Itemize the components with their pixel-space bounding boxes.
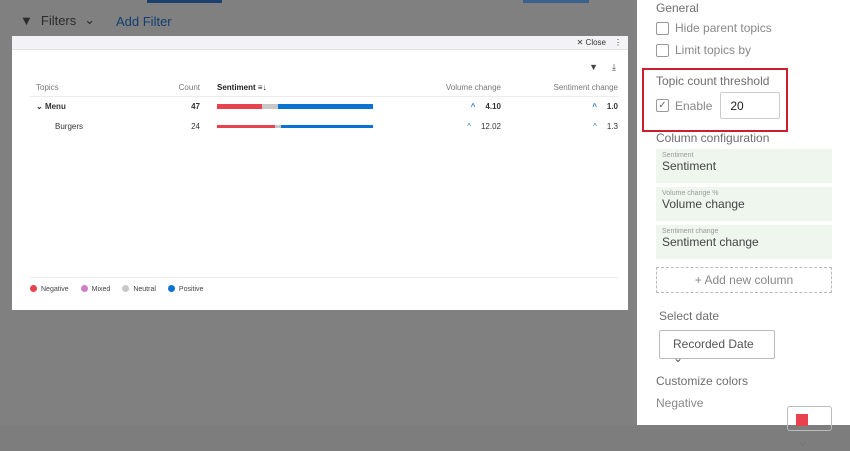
column-name: Volume change bbox=[662, 197, 745, 211]
chevron-down-icon: ⌄ bbox=[796, 433, 810, 450]
sentiment-bar bbox=[217, 124, 373, 128]
sentiment-cell bbox=[200, 116, 381, 136]
topic-cell[interactable]: Burgers bbox=[30, 116, 150, 136]
col-volume-change[interactable]: Volume change bbox=[381, 82, 501, 97]
date-value: Recorded Date bbox=[673, 337, 754, 351]
legend-item[interactable]: Negative bbox=[30, 285, 69, 293]
legend-dot-icon bbox=[167, 285, 175, 292]
count-cell: 47 bbox=[191, 101, 200, 111]
col-sentiment-label: Sentiment bbox=[217, 82, 256, 92]
legend-item[interactable]: Neutral bbox=[122, 285, 156, 293]
select-date-heading: Select date bbox=[659, 309, 720, 323]
negative-segment bbox=[217, 124, 275, 128]
column-config-item[interactable]: Volume change % Volume change bbox=[656, 187, 832, 221]
arrow-up-icon: ^ bbox=[592, 101, 597, 111]
chevron-down-icon[interactable]: ⌄ bbox=[36, 102, 43, 111]
column-config-heading: Column configuration bbox=[656, 131, 770, 145]
column-name: Sentiment change bbox=[662, 235, 759, 249]
column-type: Sentiment bbox=[662, 152, 694, 159]
column-config-item[interactable]: Sentiment Sentiment bbox=[656, 149, 832, 183]
download-icon[interactable]: ⤓ bbox=[612, 62, 616, 73]
filters-dropdown[interactable]: ▼ Filters ⌄ bbox=[20, 12, 95, 28]
general-heading: General bbox=[656, 1, 699, 15]
neutral-segment bbox=[262, 103, 278, 109]
modal-header: ✕ Close ⋮ bbox=[12, 36, 628, 50]
more-options-icon[interactable]: ⋮ bbox=[614, 38, 622, 47]
col-sentiment[interactable]: Sentiment ≡↓ bbox=[200, 82, 381, 97]
chevron-down-icon: ⌄ bbox=[673, 351, 684, 365]
legend-item[interactable]: Positive bbox=[167, 285, 204, 293]
legend-dot-icon bbox=[122, 285, 130, 292]
limit-topics-checkbox[interactable]: Limit topics by bbox=[656, 43, 850, 57]
topics-table: Topics Count Sentiment ≡↓ Volume change … bbox=[30, 82, 618, 136]
sentiment-change-value: 1.0 bbox=[606, 101, 618, 111]
hide-parent-label: Hide parent topics bbox=[675, 21, 772, 35]
negative-segment bbox=[217, 103, 263, 109]
color-swatch bbox=[796, 414, 808, 426]
count-cell: 24 bbox=[191, 121, 200, 131]
hide-parent-checkbox[interactable]: Hide parent topics bbox=[656, 21, 850, 35]
filters-label: Filters bbox=[40, 12, 77, 28]
volume-change-value: 4.10 bbox=[485, 101, 501, 111]
legend-dot-icon bbox=[30, 285, 37, 292]
arrow-up-icon: ^ bbox=[593, 121, 597, 131]
filter-icon[interactable]: ▼ bbox=[589, 62, 598, 73]
negative-color-picker[interactable]: ⌄ bbox=[787, 406, 832, 450]
table-row[interactable]: Burgers 24 ^ 12.02 ^ 1.3 bbox=[30, 116, 618, 136]
highlight-box bbox=[642, 68, 788, 132]
legend-label: Neutral bbox=[133, 286, 156, 293]
chevron-down-icon: ⌄ bbox=[84, 12, 96, 27]
settings-panel: General Hide parent topics Limit topics … bbox=[637, 0, 850, 450]
checkbox-icon bbox=[656, 21, 669, 35]
legend-dot-icon bbox=[80, 285, 88, 292]
positive-segment bbox=[277, 103, 373, 109]
legend-label: Mixed bbox=[91, 286, 111, 293]
volume-change-cell: ^ 4.10 bbox=[381, 96, 501, 116]
sentiment-change-cell: ^ 1.3 bbox=[501, 116, 618, 136]
customize-colors-heading: Customize colors bbox=[656, 374, 749, 388]
col-sentiment-change[interactable]: Sentiment change bbox=[501, 82, 618, 97]
checkbox-icon bbox=[656, 43, 669, 57]
col-topics[interactable]: Topics bbox=[30, 82, 150, 97]
active-tab-indicator bbox=[147, 0, 222, 3]
table-row[interactable]: ⌄ Menu 47 ^ 4.10 ^ 1.0 bbox=[30, 96, 618, 116]
sentiment-change-cell: ^ 1.0 bbox=[501, 96, 618, 116]
limit-topics-label: Limit topics by bbox=[675, 43, 752, 57]
topic-label: Menu bbox=[44, 101, 66, 111]
topic-cell[interactable]: ⌄ Menu bbox=[30, 96, 150, 116]
top-button[interactable] bbox=[523, 0, 589, 3]
legend-label: Positive bbox=[178, 286, 204, 293]
legend-item[interactable]: Mixed bbox=[80, 285, 111, 293]
add-filter-link[interactable]: Add Filter bbox=[116, 14, 172, 29]
close-button[interactable]: ✕ Close bbox=[577, 38, 606, 47]
col-count[interactable]: Count bbox=[150, 82, 200, 97]
volume-change-value: 12.02 bbox=[480, 121, 501, 131]
sentiment-cell bbox=[200, 96, 381, 116]
sentiment-change-value: 1.3 bbox=[606, 121, 618, 131]
volume-change-cell: ^ 12.02 bbox=[381, 116, 501, 136]
sort-icon[interactable]: ≡↓ bbox=[258, 83, 267, 92]
column-type: Volume change % bbox=[662, 190, 719, 197]
topic-label: Burgers bbox=[55, 121, 84, 131]
column-config-item[interactable]: Sentiment change Sentiment change bbox=[656, 225, 832, 259]
sentiment-bar bbox=[217, 103, 373, 109]
filter-icon: ▼ bbox=[20, 12, 33, 28]
date-select[interactable]: Recorded Date ⌄ bbox=[659, 330, 775, 365]
positive-segment bbox=[280, 124, 373, 128]
arrow-up-icon: ^ bbox=[470, 101, 476, 111]
arrow-up-icon: ^ bbox=[467, 121, 471, 131]
close-label: Close bbox=[585, 38, 606, 47]
column-type: Sentiment change bbox=[662, 228, 719, 235]
column-name: Sentiment bbox=[662, 159, 717, 173]
legend-label: Negative bbox=[41, 286, 69, 293]
legend: Negative Mixed Neutral Positive bbox=[30, 277, 618, 293]
widget-modal: ✕ Close ⋮ ▼ ⤓ Topics Count Sentiment ≡↓ V… bbox=[12, 36, 628, 310]
add-column-button[interactable]: + Add new column bbox=[656, 267, 832, 293]
